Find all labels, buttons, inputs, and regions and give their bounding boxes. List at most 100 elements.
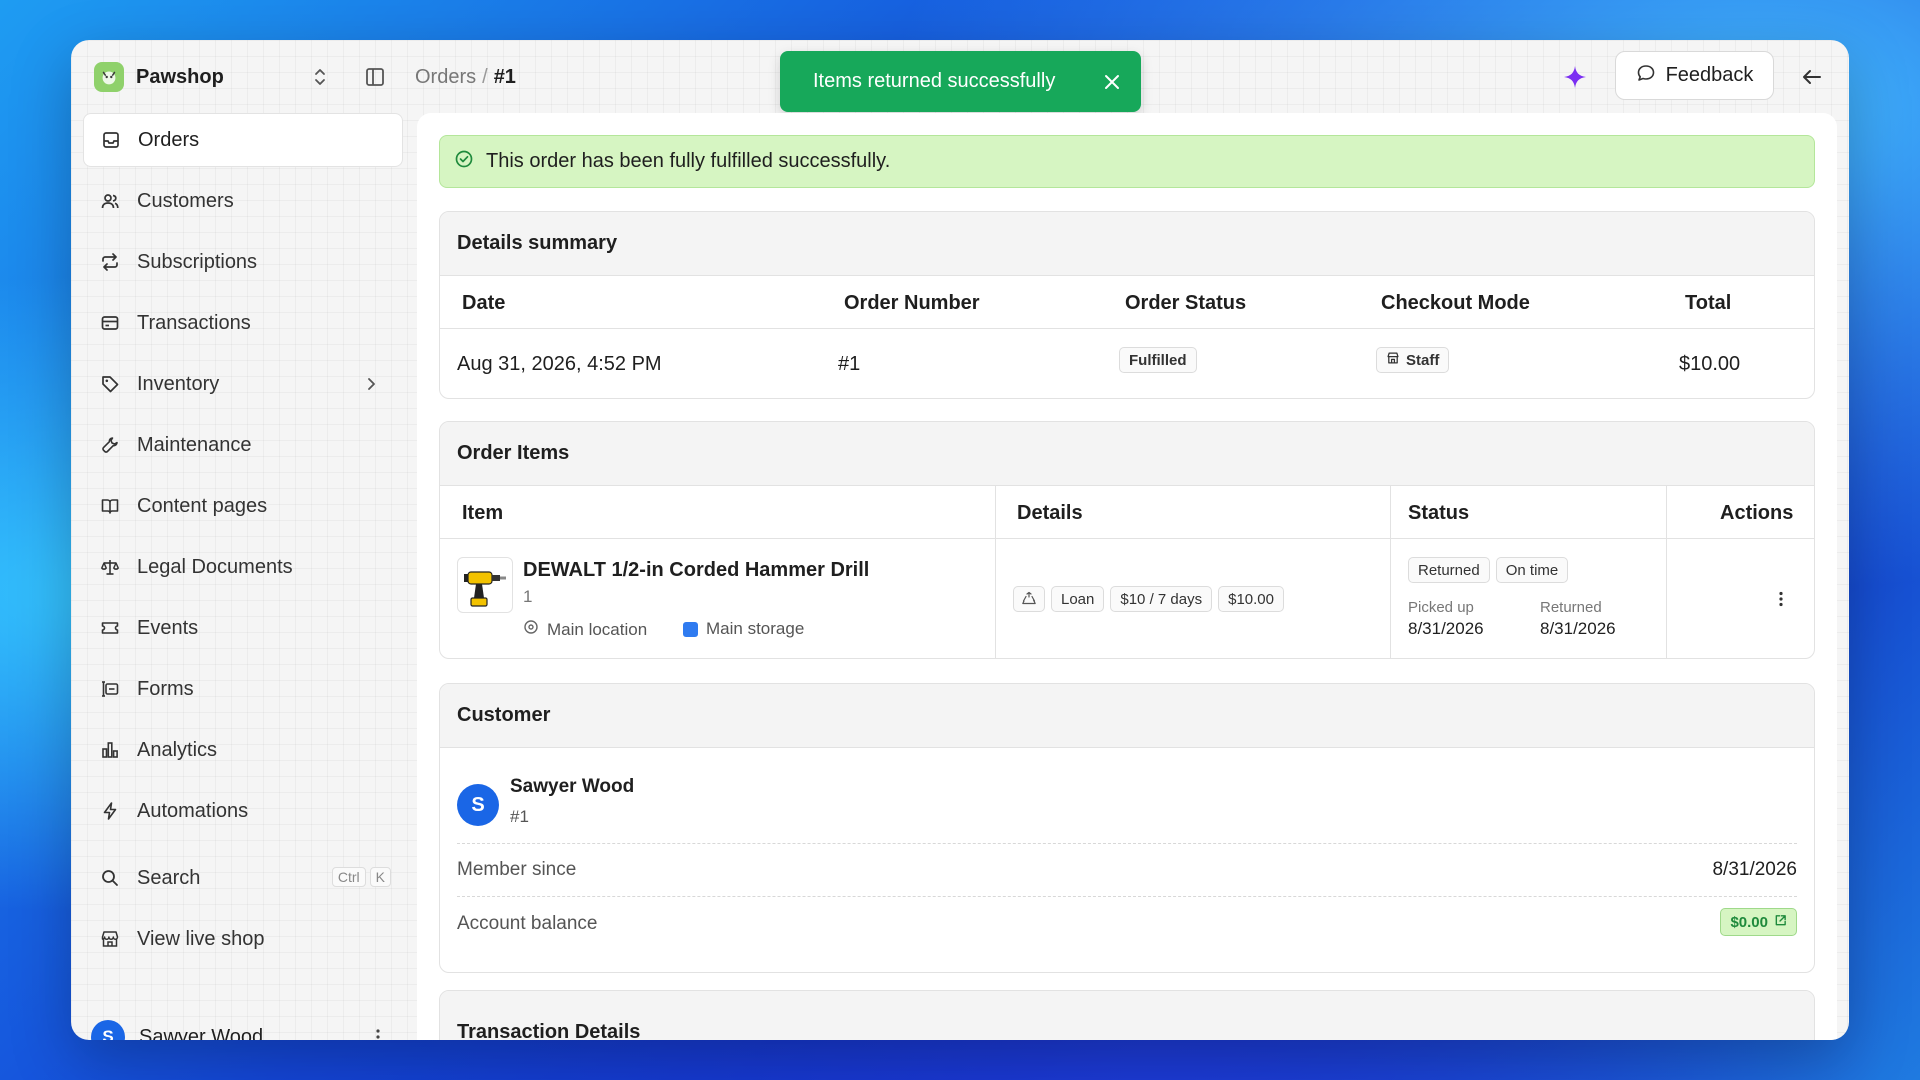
sidebar-item-label: Orders [138, 128, 200, 151]
sidebar-item-maintenance[interactable]: Maintenance [83, 418, 403, 472]
inbox-icon [100, 129, 122, 151]
sidebar-item-analytics[interactable]: Analytics [83, 723, 403, 777]
arrow-left-icon[interactable] [1799, 64, 1825, 90]
returned-badge: Returned [1408, 557, 1490, 583]
external-link-icon [1774, 914, 1787, 931]
picked-up-label: Picked up [1408, 599, 1474, 616]
sidebar-item-subscriptions[interactable]: Subscriptions [83, 235, 403, 289]
sidebar-item-label: Subscriptions [137, 250, 258, 273]
account-balance-badge[interactable]: $0.00 [1720, 908, 1797, 936]
product-thumbnail[interactable] [457, 557, 513, 613]
col-order-status: Order Status [1125, 292, 1247, 314]
member-since-label: Member since [457, 859, 577, 880]
location-label: Main location [547, 619, 648, 639]
main-content: This order has been fully fulfilled succ… [417, 113, 1837, 1040]
col-status: Status [1408, 502, 1470, 524]
chevron-right-icon [361, 374, 381, 394]
sidebar-item-label: Legal Documents [137, 555, 293, 578]
feedback-button[interactable]: Feedback [1615, 51, 1774, 100]
customer-card: Customer S Sawyer Wood #1 Member since 8… [439, 683, 1815, 973]
more-vertical-icon[interactable] [367, 1026, 389, 1040]
sidebar-toggle-icon[interactable] [364, 66, 386, 88]
checkout-mode-badge: Staff [1376, 347, 1450, 373]
more-vertical-icon[interactable] [1771, 589, 1791, 609]
check-circle-icon [454, 149, 474, 175]
users-icon [99, 190, 121, 212]
sidebar-item-label: Forms [137, 677, 194, 700]
wallet-icon [99, 312, 121, 334]
search-label: Search [137, 866, 201, 889]
brand[interactable]: Pawshop [94, 62, 224, 92]
col-actions: Actions [1720, 502, 1794, 524]
sidebar-item-label: Inventory [137, 372, 220, 395]
sidebar-search[interactable]: Search Ctrl K [83, 851, 403, 905]
item-quantity: 1 [523, 587, 533, 606]
member-since-value: 8/31/2026 [1712, 859, 1797, 880]
sidebar-item-automations[interactable]: Automations [83, 784, 403, 838]
top-bar: Pawshop Orders / #1 Items returned succe… [71, 40, 1849, 113]
drill-image [464, 571, 506, 607]
table-row: Aug 31, 2026, 4:52 PM #1 Fulfilled Staff… [440, 329, 1814, 398]
sidebar-item-transactions[interactable]: Transactions [83, 296, 403, 350]
recycle-icon [1013, 586, 1045, 612]
bar-chart-icon [99, 739, 121, 761]
loan-badge: Loan [1051, 586, 1105, 612]
order-items-title: Order Items [440, 422, 1814, 486]
avatar: S [457, 784, 499, 826]
customer-id: #1 [510, 807, 529, 826]
breadcrumb-orders[interactable]: Orders [415, 66, 476, 89]
rate-badge: $10 / 7 days [1110, 586, 1213, 612]
customer-name[interactable]: Sawyer Wood [510, 776, 634, 798]
checkout-mode-label: Staff [1406, 351, 1440, 369]
repeat-icon [99, 251, 121, 273]
sidebar-item-events[interactable]: Events [83, 601, 403, 655]
sidebar-item-label: Analytics [137, 738, 218, 761]
feedback-label: Feedback [1665, 64, 1754, 86]
sidebar-item-inventory[interactable]: Inventory [83, 357, 403, 411]
form-icon [99, 678, 121, 700]
account-balance-label: Account balance [457, 913, 598, 934]
tag-icon [99, 373, 121, 395]
alert-message: This order has been fully fulfilled succ… [486, 150, 891, 172]
customer-title: Customer [440, 684, 1814, 748]
storefront-icon [1386, 351, 1400, 369]
storage-label: Main storage [706, 619, 805, 638]
kbd-ctrl: Ctrl [331, 867, 366, 887]
view-live-shop-link[interactable]: View live shop [83, 912, 403, 966]
col-total: Total [1685, 292, 1732, 314]
returned-date: 8/31/2026 [1540, 619, 1616, 638]
app-window: Pawshop Orders / #1 Items returned succe… [71, 40, 1849, 1040]
sidebar-item-forms[interactable]: Forms [83, 662, 403, 716]
table-row: DEWALT 1/2-in Corded Hammer Drill 1 Main… [440, 539, 1814, 658]
on-time-badge: On time [1495, 557, 1569, 583]
balance-value: $0.00 [1730, 913, 1768, 931]
kbd-k: K [369, 867, 391, 887]
toast-message: Items returned successfully [813, 70, 1056, 92]
returned-label: Returned [1540, 599, 1602, 616]
picked-up-date: 8/31/2026 [1408, 619, 1484, 638]
order-items-card: Order Items Item Details Status Actions [439, 421, 1815, 659]
pawshop-logo-icon [94, 62, 124, 92]
item-location: Main location [523, 619, 647, 640]
sidebar-item-content-pages[interactable]: Content pages [83, 479, 403, 533]
sidebar-item-label: Transactions [137, 311, 251, 334]
close-icon[interactable] [1101, 71, 1123, 93]
chevron-up-down-icon[interactable] [310, 66, 330, 88]
sparkle-icon[interactable] [1562, 64, 1588, 90]
sidebar-item-label: Content pages [137, 494, 268, 517]
sidebar-item-customers[interactable]: Customers [83, 174, 403, 228]
sidebar-item-label: Customers [137, 189, 234, 212]
search-icon [99, 867, 121, 889]
avatar: S [91, 1020, 125, 1040]
sidebar: Orders Customers Subscriptions Transacti… [83, 113, 403, 1040]
sidebar-user[interactable]: S Sawyer Wood [91, 1017, 403, 1040]
order-number: #1 [838, 353, 861, 375]
search-shortcut: Ctrl K [331, 867, 391, 887]
breadcrumb-current: #1 [493, 66, 516, 88]
item-name[interactable]: DEWALT 1/2-in Corded Hammer Drill [523, 559, 869, 582]
bolt-icon [99, 800, 121, 822]
order-date: Aug 31, 2026, 4:52 PM [457, 353, 662, 375]
sidebar-item-legal-documents[interactable]: Legal Documents [83, 540, 403, 594]
sidebar-item-orders[interactable]: Orders [83, 113, 403, 167]
storage-color-icon [683, 621, 698, 637]
